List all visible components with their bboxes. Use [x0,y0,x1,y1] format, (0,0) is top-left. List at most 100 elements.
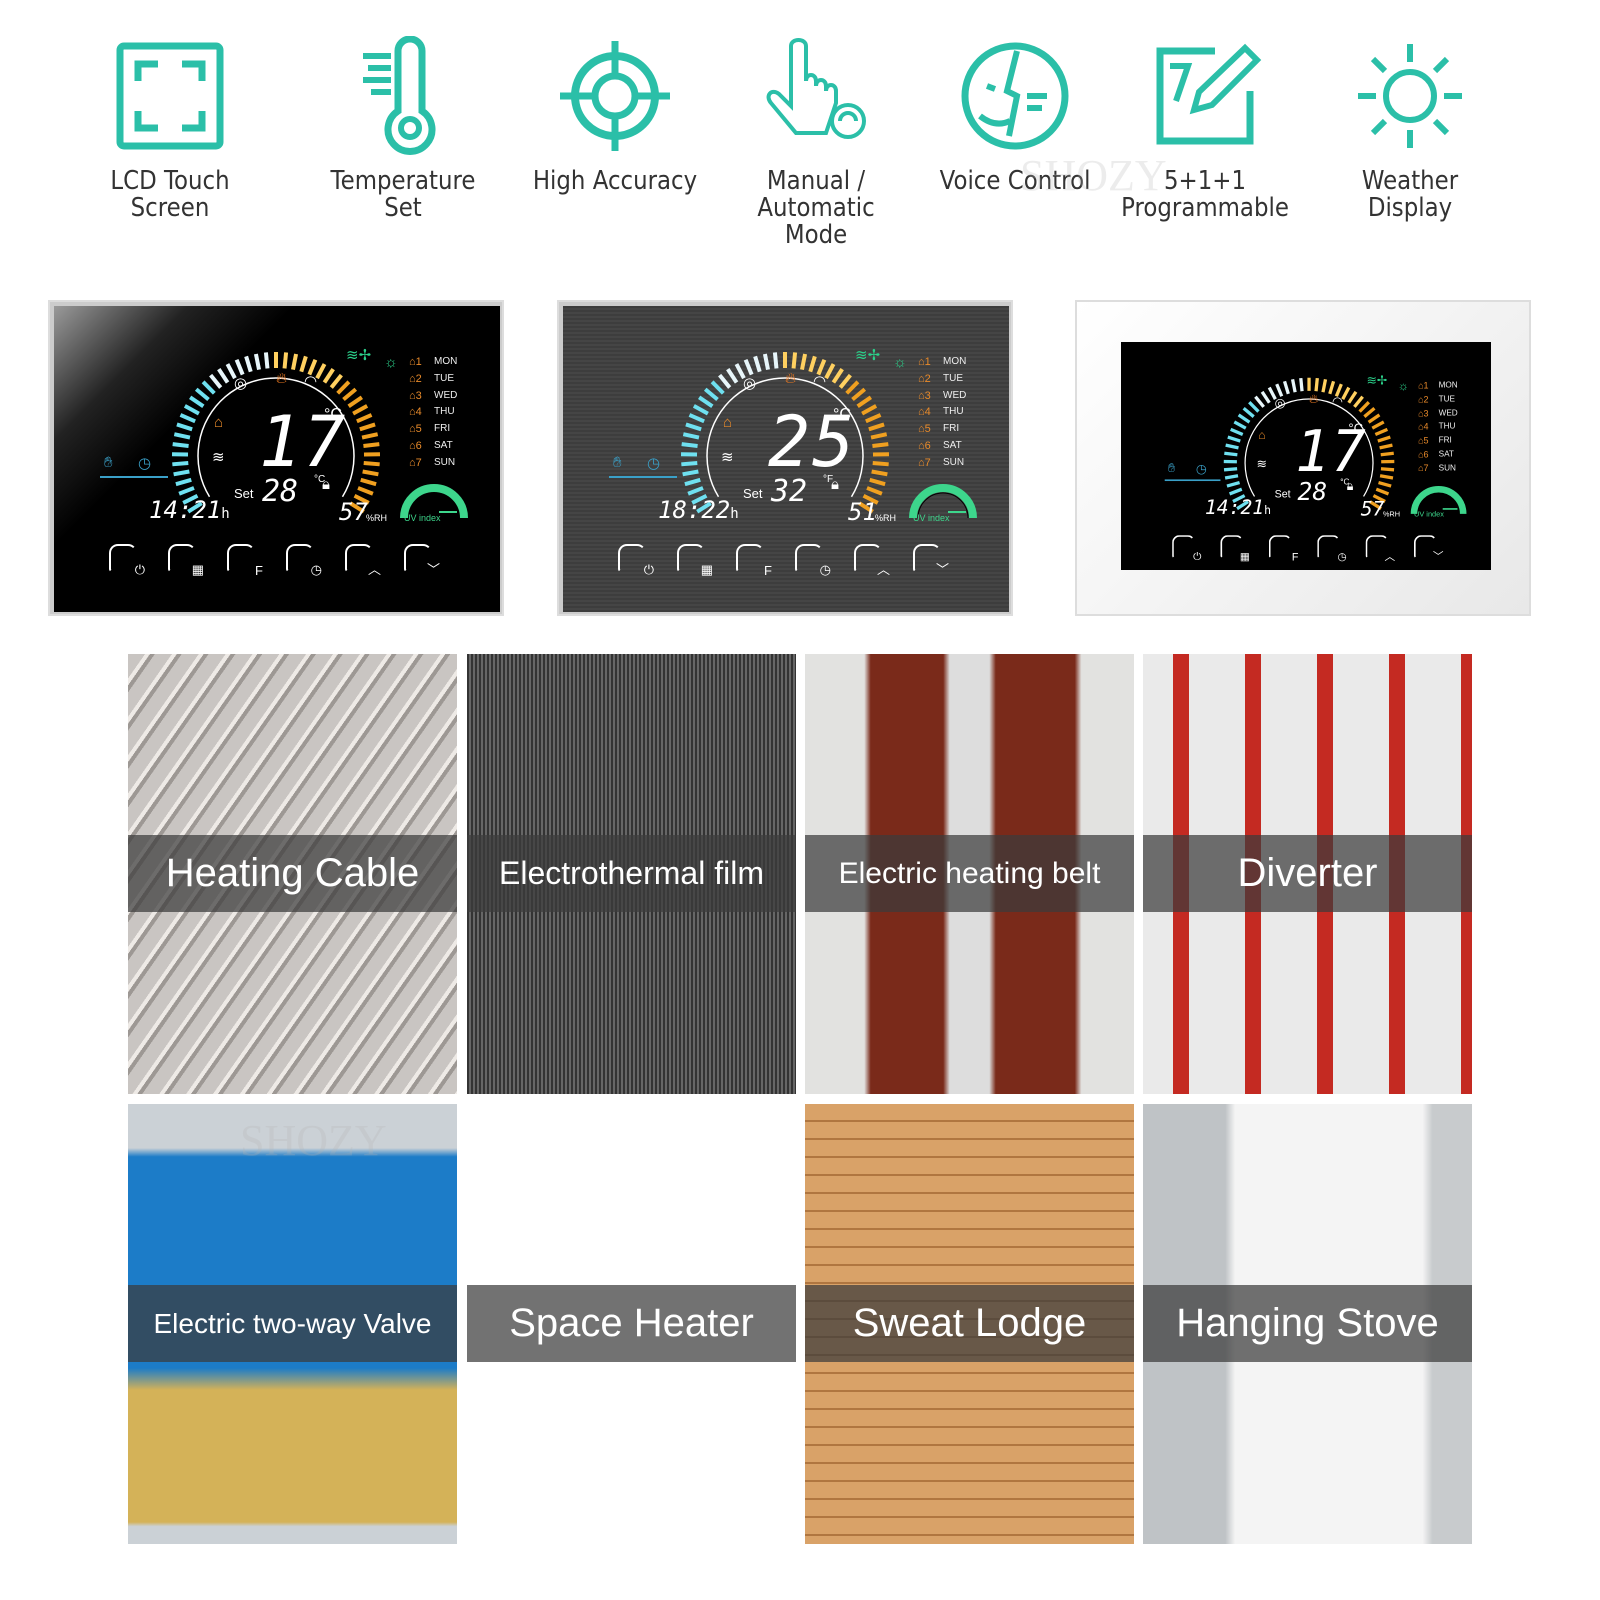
uv-index-label: UV index [404,513,441,523]
gauge-tick [1225,443,1239,450]
fan-button[interactable]: F [227,544,263,578]
application-label: Electric two-way Valve [128,1285,457,1362]
application-electric-two-way-valve: Electric two-way Valve [128,1104,457,1544]
mode-underline [1164,479,1221,482]
day-fri: FRI [434,423,451,435]
weather-sun-icon: ☼ [1397,379,1409,394]
fan-icon: F [255,563,263,578]
mode-icon: ▦ [1239,549,1250,563]
thermostat-2: ◎ 🔥︎ ◠ ⌂ ≋ ✋︎ ◷ ≋✢ ☼ 🔒︎ 25 °C Set 32 °F … [557,300,1013,616]
gauge-tick [201,380,216,395]
gauge-tick [831,368,844,384]
schedule-button[interactable]: ◷ [286,544,322,577]
edit-calendar-icon [1156,43,1262,145]
gauge-tick [315,363,327,380]
up-button[interactable]: ︿ [854,544,890,577]
gauge-tick [1223,467,1238,472]
clock-time: 18:22h [658,496,739,524]
application-label: Heating Cable [128,835,457,912]
fan-button[interactable]: F [736,544,772,578]
gauge-tick [356,413,373,424]
gauge-tick [861,404,878,416]
schedule-period-3-icon: ⌂3 [1418,408,1429,419]
up-button[interactable]: ︿ [345,544,381,577]
schedule-period-4-icon: ⌂4 [409,406,422,419]
schedule-period-4-icon: ⌂4 [1418,422,1429,433]
down-button[interactable]: ﹀ [913,544,949,577]
home-temp-icon: ⌂ [214,414,224,431]
uv-index-label: UV index [913,513,950,523]
power-button[interactable]: ⏻ [1172,535,1202,562]
humidity-value: 57 [1360,497,1385,521]
time-unit: h [1264,504,1272,518]
floor-heat-icon: ≋ [212,449,225,466]
gauge-tick [838,373,852,389]
day-tue: TUE [1438,394,1455,404]
time-value: 18:22 [658,496,731,524]
schedule-button[interactable]: ◷ [795,544,831,577]
gauge-tick [851,387,867,402]
down-button[interactable]: ﹀ [1414,535,1444,562]
mode-underline [100,476,168,478]
schedule-period-1-icon: ⌂1 [918,356,931,368]
thermometer-icon [363,36,436,155]
feature-label: Temperature Set [330,166,476,223]
day-wed: WED [943,389,967,401]
gauge-tick [753,355,762,373]
gauge-tick [865,413,882,424]
touch-buttons: ⏻ ▦ F ◷ ︿ ﹀ [618,544,949,578]
schedule-period-2-icon: ⌂2 [409,372,422,385]
gauge-tick [282,352,289,369]
day-sat: SAT [943,439,962,451]
application-label: Electrothermal film [467,835,796,912]
up-button[interactable]: ︿ [1365,535,1395,562]
mode-button[interactable]: ▦ [1220,535,1250,562]
gauge-tick [681,442,698,448]
mode-button[interactable]: ▦ [168,544,204,577]
gauge-tick [688,413,705,424]
schedule-period-1-icon: ⌂1 [1418,381,1429,391]
power-button[interactable]: ⏻ [109,544,145,577]
gauge-tick [1230,427,1244,437]
application-heating-cable: Heating Cable [128,654,457,1094]
mode-button[interactable]: ▦ [677,544,713,577]
application-label: Hanging Stove [1143,1285,1472,1362]
application-sweat-lodge: Sweat Lodge [805,1104,1134,1544]
gauge-tick [703,387,719,402]
power-button[interactable]: ⏻ [618,544,654,577]
set-unit: °F [823,474,834,485]
clock-time: 14:21h [149,496,230,524]
gauge-tick [1375,487,1390,496]
gauge-tick [179,413,196,424]
day-sun: SUN [943,456,965,468]
gauge-tick [234,358,245,376]
up-icon: ︿ [1384,549,1396,563]
set-unit: °C [1340,477,1350,487]
gauge-tick [352,404,369,416]
schedule-period-7-icon: ⌂7 [918,456,931,469]
down-button[interactable]: ﹀ [404,544,440,577]
gauge-tick [800,353,808,371]
gauge-tick [253,353,261,371]
day-thu: THU [943,406,964,418]
schedule-button[interactable]: ◷ [1317,535,1347,562]
hand-icon: ✋︎ [1168,461,1176,476]
set-temperature: 32 [771,474,808,509]
day-fri: FRI [943,423,960,435]
gauge-tick [173,432,191,440]
gauge-tick [178,486,195,496]
wifi-icon: ◠ [813,373,827,390]
schedule-period-4-icon: ⌂4 [918,406,931,419]
schedule-period-6-icon: ⌂6 [1418,449,1429,460]
gauge-tick [359,422,376,432]
fan-button[interactable]: F [1268,535,1298,563]
day-sat: SAT [434,439,453,451]
gauge-tick [361,432,379,440]
gauge-tick [1367,413,1381,424]
gauge-tick [870,432,888,440]
gauge-tick [1380,451,1394,457]
thermostat-3: ◎ 🔥︎ ◠ ⌂ ≋ ✋︎ ◷ ≋✢ ☼ 🔒︎ 17 °C Set 28 °C … [1075,300,1531,616]
time-value: 14:21 [149,496,222,524]
schedule-period-2-icon: ⌂2 [1418,394,1429,405]
schedule-period-6-icon: ⌂6 [918,439,931,452]
